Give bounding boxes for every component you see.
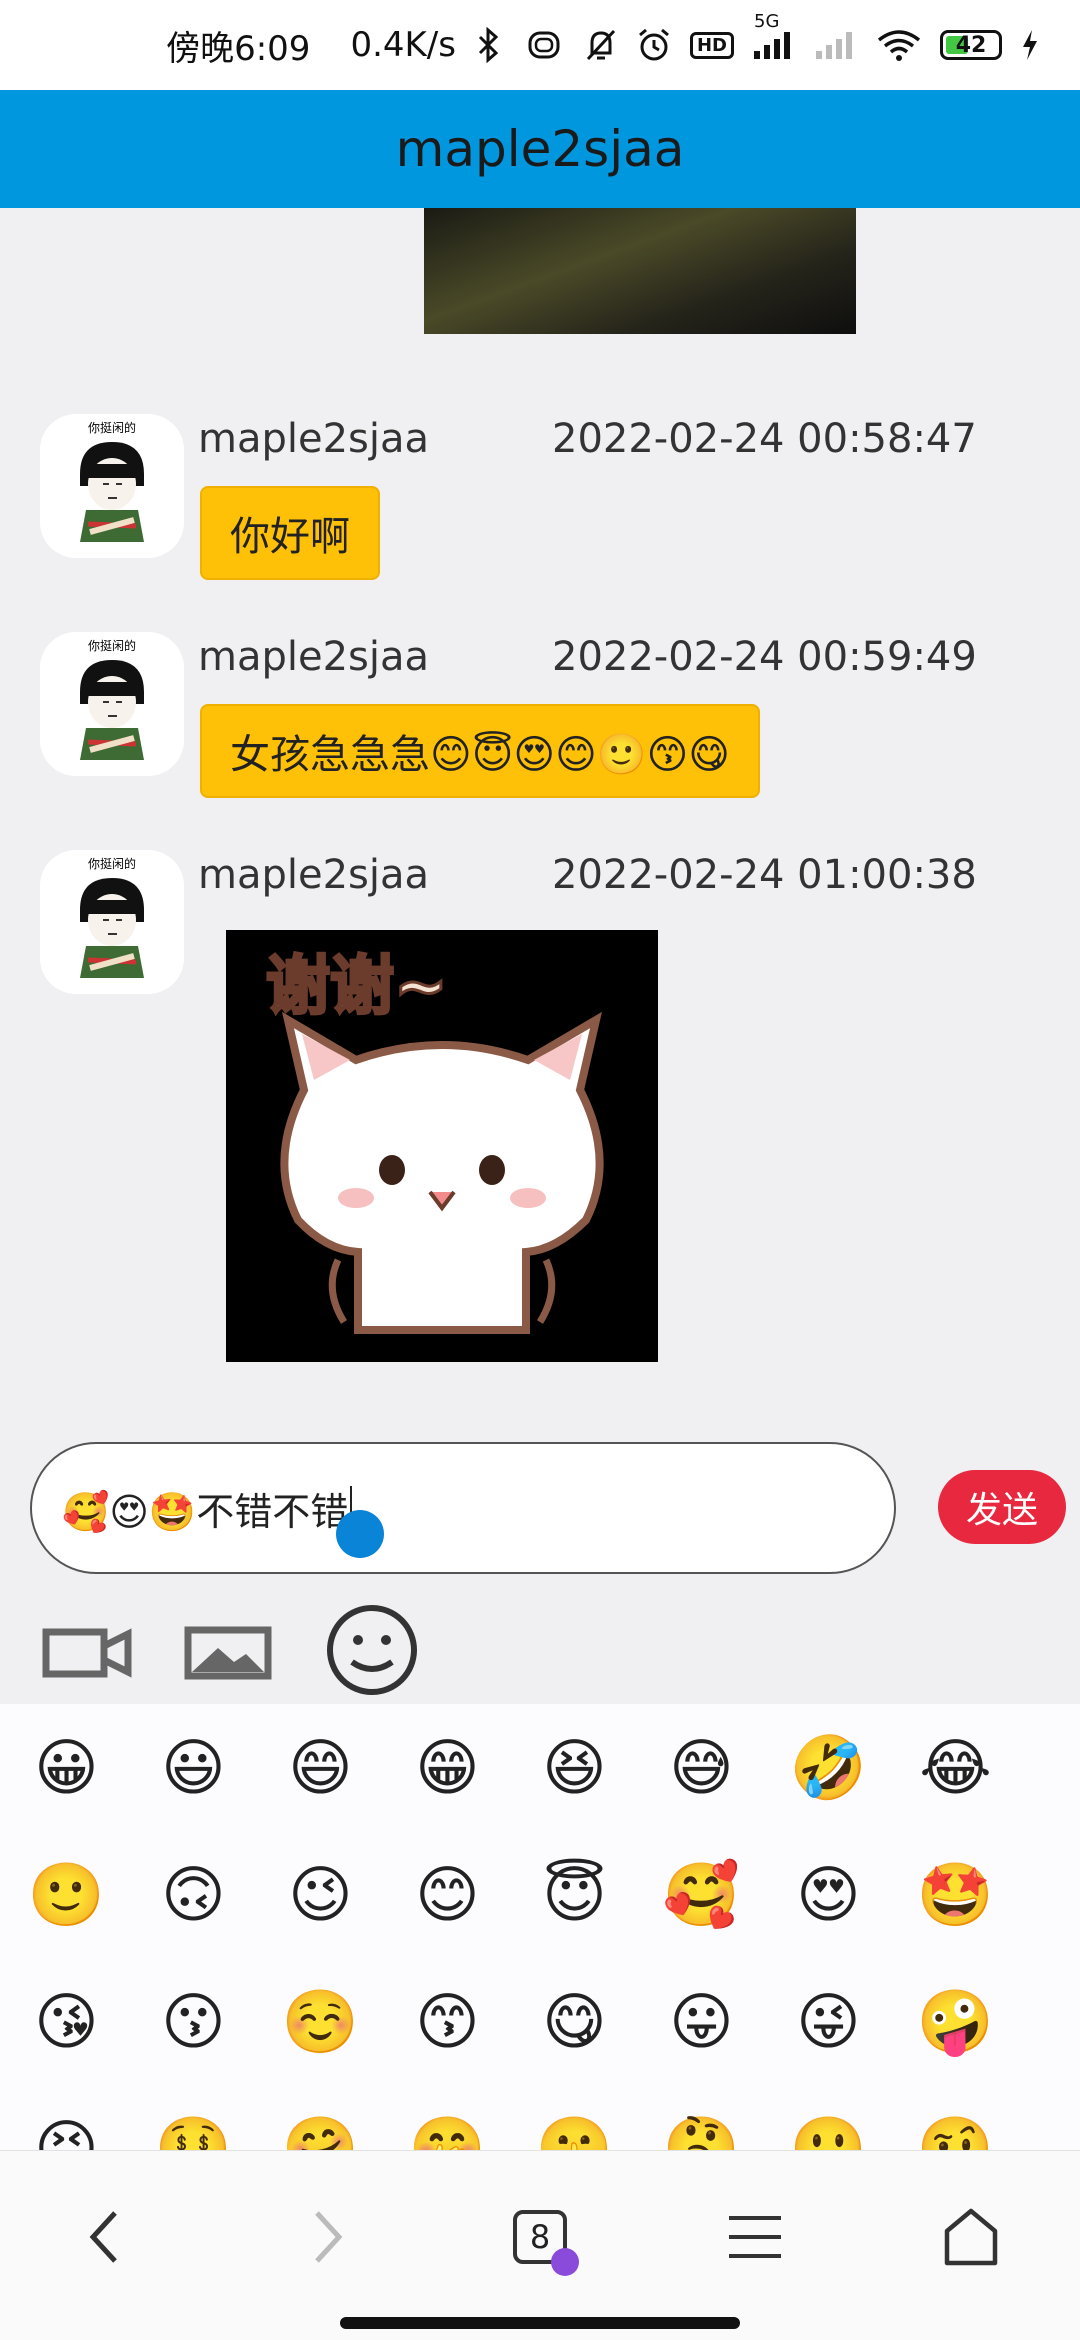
status-time: 傍晚6:09 xyxy=(166,28,311,69)
browser-toolbar: 8 xyxy=(0,2150,1080,2340)
avatar-meme-image: 你挺闲的 xyxy=(40,632,184,776)
emoji-option[interactable]: 😝 xyxy=(0,2085,127,2150)
forward-icon[interactable] xyxy=(272,2187,382,2287)
tabs-icon[interactable]: 8 xyxy=(485,2187,595,2287)
avatar[interactable]: 你挺闲的 xyxy=(40,414,184,558)
emoji-option[interactable]: 😁 xyxy=(381,1704,508,1831)
message-timestamp: 2022-02-24 00:58:47 xyxy=(552,416,977,462)
menu-icon[interactable] xyxy=(700,2187,810,2287)
emoji-option[interactable]: 😃 xyxy=(127,1704,254,1831)
emoji-option[interactable]: ☺️ xyxy=(254,1958,381,2085)
tab-count: 8 xyxy=(529,2218,551,2256)
emoji-option[interactable]: 😂 xyxy=(889,1704,1016,1831)
wifi-icon xyxy=(876,28,922,62)
vibrate-icon xyxy=(522,30,566,60)
previous-image-message[interactable] xyxy=(424,208,856,334)
cat-sticker-image: 谢谢~ xyxy=(226,930,658,1362)
message-item: 你挺闲的 maple2sjaa 2022-02-24 00:58:47 你好啊 xyxy=(40,414,1040,594)
emoji-option[interactable]: 😜 xyxy=(762,1958,889,2085)
message-list[interactable]: 你挺闲的 maple2sjaa 2022-02-24 00:58:47 你好啊 xyxy=(0,208,1080,1404)
avatar[interactable]: 你挺闲的 xyxy=(40,850,184,994)
sticker-image[interactable]: 谢谢~ xyxy=(226,930,658,1362)
video-camera-icon[interactable] xyxy=(40,1600,136,1704)
bluetooth-icon xyxy=(474,27,504,63)
message-bubble[interactable]: 你好啊 xyxy=(200,486,380,580)
emoji-option[interactable]: 😊 xyxy=(381,1831,508,1958)
emoji-grid: 😀 😃 😄 😁 😆 😅 🤣 😂 🙂 🙃 😉 😊 😇 🥰 😍 🤩 😘 😗 ☺️ 😙 😋 😛 😜 🤪 😝 🤑 🤗 🤭 🤫 🤔 🤐 🤨 xyxy=(0,1704,1080,2151)
emoji-option[interactable]: 🤑 xyxy=(127,2085,254,2151)
emoji-option[interactable]: 😍 xyxy=(762,1831,889,1958)
tabs-count-box: 8 xyxy=(513,2210,579,2276)
emoji-option[interactable]: 🤔 xyxy=(635,2085,762,2151)
home-icon[interactable] xyxy=(916,2187,1026,2287)
battery-level: 42 xyxy=(955,32,987,58)
message-timestamp: 2022-02-24 00:59:49 xyxy=(552,634,977,680)
incognito-badge xyxy=(551,2248,579,2276)
message-timestamp: 2022-02-24 01:00:38 xyxy=(552,852,977,898)
emoji-option[interactable]: 😛 xyxy=(635,1958,762,2085)
emoji-option[interactable]: 🤨 xyxy=(889,2085,1016,2151)
emoji-option[interactable]: 😄 xyxy=(254,1704,381,1831)
emoji-option[interactable]: 🥰 xyxy=(635,1831,762,1958)
message-input-text: 🥰😍🤩不错不错 xyxy=(62,1489,349,1534)
back-icon[interactable] xyxy=(50,2187,160,2287)
chat-header: maple2sjaa xyxy=(0,90,1080,208)
emoji-option[interactable]: 😗 xyxy=(127,1958,254,2085)
emoji-option[interactable]: 😅 xyxy=(635,1704,762,1831)
message-bubble[interactable]: 女孩急急急😊😇😍😊🙂😙😋 xyxy=(200,704,760,798)
emoji-option[interactable]: 😘 xyxy=(0,1958,127,2085)
avatar-caption: 你挺闲的 xyxy=(88,638,136,653)
sender-name: maple2sjaa xyxy=(198,416,430,462)
battery-icon: 42 xyxy=(940,30,1002,60)
emoji-option[interactable]: 🤪 xyxy=(889,1958,1016,2085)
emoji-option[interactable]: 🤗 xyxy=(254,2085,381,2151)
message-item: 你挺闲的 maple2sjaa 2022-02-24 00:59:49 女孩急急… xyxy=(40,632,1040,812)
emoji-option[interactable]: 🤫 xyxy=(508,2085,635,2151)
emoji-option[interactable]: 😋 xyxy=(508,1958,635,2085)
image-icon[interactable] xyxy=(180,1600,276,1704)
mute-bell-icon xyxy=(584,27,618,63)
emoji-option[interactable]: 🤐 xyxy=(762,2085,889,2151)
signal-5g-icon: 5G xyxy=(752,11,796,61)
sender-name: maple2sjaa xyxy=(198,852,430,898)
emoji-option[interactable]: 😇 xyxy=(508,1831,635,1958)
emoji-option[interactable]: 😀 xyxy=(0,1704,127,1831)
emoji-row: 😝 🤑 🤗 🤭 🤫 🤔 🤐 🤨 xyxy=(0,2085,1080,2151)
avatar-caption: 你挺闲的 xyxy=(88,420,136,435)
emoji-option[interactable]: 🤣 xyxy=(762,1704,889,1831)
emoji-option[interactable]: 😙 xyxy=(381,1958,508,2085)
sticker-caption: 谢谢~ xyxy=(266,950,448,1024)
emoji-picker[interactable]: 😀 😃 😄 😁 😆 😅 🤣 😂 🙂 🙃 😉 😊 😇 🥰 😍 🤩 😘 😗 ☺️ 😙 😋 😛 😜 🤪 😝 🤑 🤗 🤭 🤫 🤔 🤐 🤨 xyxy=(0,1704,1080,2150)
avatar-caption: 你挺闲的 xyxy=(88,856,136,871)
emoji-option[interactable]: 😆 xyxy=(508,1704,635,1831)
signal-icon xyxy=(814,29,858,61)
emoji-option[interactable]: 🙂 xyxy=(0,1831,127,1958)
avatar-meme-image: 你挺闲的 xyxy=(40,414,184,558)
charging-icon xyxy=(1020,28,1040,62)
status-bar: 傍晚6:09 0.4K/s HD 5G 42 xyxy=(0,0,1080,90)
alarm-icon xyxy=(636,27,672,63)
sender-name: maple2sjaa xyxy=(198,634,430,680)
send-button[interactable]: 发送 xyxy=(938,1470,1066,1544)
emoji-option[interactable]: 😉 xyxy=(254,1831,381,1958)
text-cursor-handle[interactable] xyxy=(336,1510,384,1558)
emoji-icon[interactable] xyxy=(322,1600,422,1704)
emoji-row: 🙂 🙃 😉 😊 😇 🥰 😍 🤩 xyxy=(0,1831,1080,1958)
signal-5g-label: 5G xyxy=(754,11,780,32)
message-item: 你挺闲的 maple2sjaa 2022-02-24 01:00:38 谢谢~ xyxy=(40,850,1040,1380)
network-speed: 0.4K/s xyxy=(350,25,456,65)
avatar[interactable]: 你挺闲的 xyxy=(40,632,184,776)
gesture-bar[interactable] xyxy=(340,2317,740,2329)
app-screen: 傍晚6:09 0.4K/s HD 5G 42 maple2sjaa 你挺闲的 m… xyxy=(0,0,1080,2340)
hd-icon: HD xyxy=(689,31,734,59)
emoji-option[interactable]: 🤭 xyxy=(381,2085,508,2151)
emoji-option[interactable]: 🤩 xyxy=(889,1831,1016,1958)
avatar-meme-image: 你挺闲的 xyxy=(40,850,184,994)
chat-title: maple2sjaa xyxy=(395,120,685,178)
emoji-row: 😀 😃 😄 😁 😆 😅 🤣 😂 xyxy=(0,1704,1080,1831)
emoji-row: 😘 😗 ☺️ 😙 😋 😛 😜 🤪 xyxy=(0,1958,1080,2085)
message-input[interactable]: 🥰😍🤩不错不错 xyxy=(30,1442,896,1574)
emoji-option[interactable]: 🙃 xyxy=(127,1831,254,1958)
composer: 🥰😍🤩不错不错 发送 xyxy=(0,1404,1080,1704)
